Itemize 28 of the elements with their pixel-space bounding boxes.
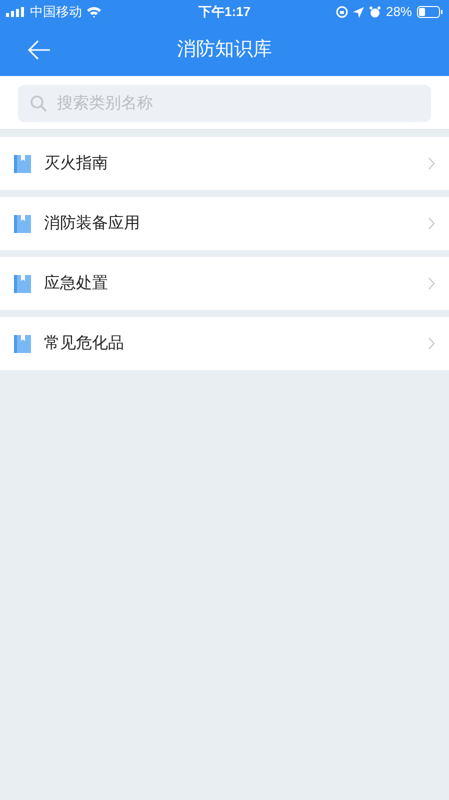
category-item[interactable]: 应急处置 — [0, 257, 449, 310]
lock-rotation-icon — [336, 6, 348, 18]
chevron-right-icon — [428, 217, 435, 230]
location-arrow-icon — [352, 6, 364, 18]
book-icon — [14, 334, 31, 352]
back-arrow-icon — [27, 40, 51, 60]
signal-icon — [6, 7, 26, 17]
alarm-icon — [368, 6, 381, 18]
category-label: 应急处置 — [44, 274, 109, 294]
category-label: 消防装备应用 — [44, 214, 141, 234]
book-icon — [14, 274, 31, 292]
book-icon — [14, 214, 31, 232]
category-item[interactable]: 常见危化品 — [0, 317, 449, 370]
category-item[interactable]: 消防装备应用 — [0, 197, 449, 250]
search-icon — [30, 95, 47, 112]
category-item[interactable]: 灭火指南 — [0, 137, 449, 190]
page-title: 消防知识库 — [177, 38, 272, 60]
book-icon — [14, 154, 31, 172]
category-label: 灭火指南 — [44, 154, 109, 174]
chevron-right-icon — [428, 337, 435, 350]
wifi-icon — [86, 6, 102, 18]
chevron-right-icon — [428, 277, 435, 290]
battery-percent: 28% — [386, 3, 412, 22]
chevron-right-icon — [428, 157, 435, 170]
carrier-name: 中国移动 — [30, 3, 82, 22]
battery-icon — [417, 6, 443, 18]
category-label: 常见危化品 — [44, 334, 125, 354]
clock-time: 下午1:17 — [198, 4, 251, 20]
